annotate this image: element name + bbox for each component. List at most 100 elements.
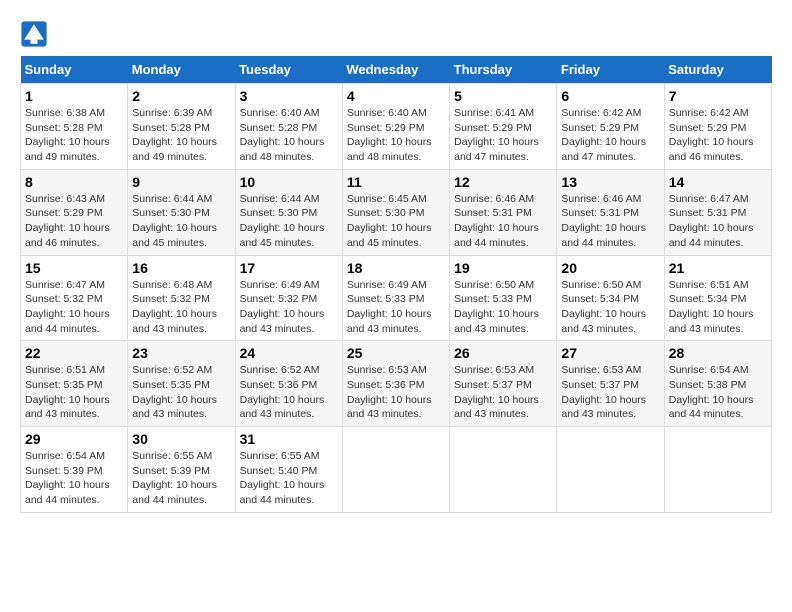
day-number: 6: [561, 88, 659, 104]
day-cell-20: 20 Sunrise: 6:50 AMSunset: 5:34 PMDayligh…: [557, 255, 664, 341]
day-info: Sunrise: 6:53 AMSunset: 5:36 PMDaylight:…: [347, 364, 432, 420]
day-info: Sunrise: 6:55 AMSunset: 5:40 PMDaylight:…: [240, 450, 325, 506]
calendar-table: SundayMondayTuesdayWednesdayThursdayFrid…: [20, 56, 772, 513]
day-cell-24: 24 Sunrise: 6:52 AMSunset: 5:36 PMDayligh…: [235, 341, 342, 427]
day-number: 17: [240, 260, 338, 276]
day-number: 2: [132, 88, 230, 104]
day-number: 5: [454, 88, 552, 104]
day-number: 14: [669, 174, 767, 190]
week-row-4: 22Sunrise: 6:51 AMSunset: 5:35 PMDayligh…: [21, 341, 772, 427]
day-info: Sunrise: 6:54 AMSunset: 5:39 PMDaylight:…: [25, 450, 110, 506]
day-info: Sunrise: 6:49 AMSunset: 5:33 PMDaylight:…: [347, 279, 432, 335]
day-cell-3: 3 Sunrise: 6:40 AMSunset: 5:28 PMDaylight…: [235, 84, 342, 170]
day-number: 12: [454, 174, 552, 190]
day-cell-2: 2 Sunrise: 6:39 AMSunset: 5:28 PMDaylight…: [128, 84, 235, 170]
day-number: 3: [240, 88, 338, 104]
day-cell-6: 6 Sunrise: 6:42 AMSunset: 5:29 PMDaylight…: [557, 84, 664, 170]
day-cell-23: 23 Sunrise: 6:52 AMSunset: 5:35 PMDayligh…: [128, 341, 235, 427]
page-header: [20, 20, 772, 48]
day-cell-9: 9 Sunrise: 6:44 AMSunset: 5:30 PMDaylight…: [128, 169, 235, 255]
day-number: 11: [347, 174, 445, 190]
day-info: Sunrise: 6:47 AMSunset: 5:32 PMDaylight:…: [25, 279, 110, 335]
day-cell-11: 11 Sunrise: 6:45 AMSunset: 5:30 PMDayligh…: [342, 169, 449, 255]
day-cell-15: 15 Sunrise: 6:47 AMSunset: 5:32 PMDayligh…: [21, 255, 128, 341]
header-friday: Friday: [557, 56, 664, 84]
day-info: Sunrise: 6:39 AMSunset: 5:28 PMDaylight:…: [132, 107, 217, 163]
day-info: Sunrise: 6:40 AMSunset: 5:28 PMDaylight:…: [240, 107, 325, 163]
day-number: 18: [347, 260, 445, 276]
day-number: 20: [561, 260, 659, 276]
header-wednesday: Wednesday: [342, 56, 449, 84]
day-cell-8: 8 Sunrise: 6:43 AMSunset: 5:29 PMDaylight…: [21, 169, 128, 255]
week-row-1: 1Sunrise: 6:38 AMSunset: 5:28 PMDaylight…: [21, 84, 772, 170]
day-cell-29: 29Sunrise: 6:54 AMSunset: 5:39 PMDayligh…: [21, 427, 128, 513]
day-cell-21: 21 Sunrise: 6:51 AMSunset: 5:34 PMDayligh…: [664, 255, 771, 341]
day-number: 24: [240, 345, 338, 361]
day-cell-7: 7Sunrise: 6:42 AMSunset: 5:29 PMDaylight…: [664, 84, 771, 170]
calendar-header-row: SundayMondayTuesdayWednesdayThursdayFrid…: [21, 56, 772, 84]
logo: [20, 20, 52, 48]
day-cell-22: 22Sunrise: 6:51 AMSunset: 5:35 PMDayligh…: [21, 341, 128, 427]
day-info: Sunrise: 6:51 AMSunset: 5:34 PMDaylight:…: [669, 279, 754, 335]
day-cell-30: 30Sunrise: 6:55 AMSunset: 5:39 PMDayligh…: [128, 427, 235, 513]
day-cell-31: 31 Sunrise: 6:55 AMSunset: 5:40 PMDayligh…: [235, 427, 342, 513]
empty-cell: [342, 427, 449, 513]
day-number: 10: [240, 174, 338, 190]
calendar-body: 1Sunrise: 6:38 AMSunset: 5:28 PMDaylight…: [21, 84, 772, 513]
day-cell-12: 12 Sunrise: 6:46 AMSunset: 5:31 PMDayligh…: [450, 169, 557, 255]
day-info: Sunrise: 6:50 AMSunset: 5:34 PMDaylight:…: [561, 279, 646, 335]
day-cell-14: 14 Sunrise: 6:47 AMSunset: 5:31 PMDayligh…: [664, 169, 771, 255]
empty-cell: [450, 427, 557, 513]
day-info: Sunrise: 6:46 AMSunset: 5:31 PMDaylight:…: [454, 193, 539, 249]
day-cell-18: 18 Sunrise: 6:49 AMSunset: 5:33 PMDayligh…: [342, 255, 449, 341]
header-monday: Monday: [128, 56, 235, 84]
empty-cell: [664, 427, 771, 513]
day-cell-13: 13Sunrise: 6:46 AMSunset: 5:31 PMDayligh…: [557, 169, 664, 255]
day-cell-28: 28Sunrise: 6:54 AMSunset: 5:38 PMDayligh…: [664, 341, 771, 427]
day-info: Sunrise: 6:44 AMSunset: 5:30 PMDaylight:…: [132, 193, 217, 249]
day-number: 15: [25, 260, 123, 276]
day-number: 30: [132, 431, 230, 447]
day-info: Sunrise: 6:51 AMSunset: 5:35 PMDaylight:…: [25, 364, 110, 420]
day-number: 26: [454, 345, 552, 361]
day-cell-4: 4 Sunrise: 6:40 AMSunset: 5:29 PMDaylight…: [342, 84, 449, 170]
day-number: 28: [669, 345, 767, 361]
day-cell-27: 27 Sunrise: 6:53 AMSunset: 5:37 PMDayligh…: [557, 341, 664, 427]
day-cell-16: 16Sunrise: 6:48 AMSunset: 5:32 PMDayligh…: [128, 255, 235, 341]
day-number: 8: [25, 174, 123, 190]
day-number: 4: [347, 88, 445, 104]
day-cell-19: 19 Sunrise: 6:50 AMSunset: 5:33 PMDayligh…: [450, 255, 557, 341]
day-number: 13: [561, 174, 659, 190]
day-info: Sunrise: 6:41 AMSunset: 5:29 PMDaylight:…: [454, 107, 539, 163]
day-number: 21: [669, 260, 767, 276]
day-cell-1: 1Sunrise: 6:38 AMSunset: 5:28 PMDaylight…: [21, 84, 128, 170]
day-info: Sunrise: 6:52 AMSunset: 5:36 PMDaylight:…: [240, 364, 325, 420]
day-number: 31: [240, 431, 338, 447]
day-info: Sunrise: 6:53 AMSunset: 5:37 PMDaylight:…: [561, 364, 646, 420]
day-info: Sunrise: 6:44 AMSunset: 5:30 PMDaylight:…: [240, 193, 325, 249]
day-info: Sunrise: 6:52 AMSunset: 5:35 PMDaylight:…: [132, 364, 217, 420]
week-row-5: 29Sunrise: 6:54 AMSunset: 5:39 PMDayligh…: [21, 427, 772, 513]
day-number: 16: [132, 260, 230, 276]
header-saturday: Saturday: [664, 56, 771, 84]
day-number: 25: [347, 345, 445, 361]
header-thursday: Thursday: [450, 56, 557, 84]
day-number: 19: [454, 260, 552, 276]
day-number: 9: [132, 174, 230, 190]
day-info: Sunrise: 6:53 AMSunset: 5:37 PMDaylight:…: [454, 364, 539, 420]
day-info: Sunrise: 6:42 AMSunset: 5:29 PMDaylight:…: [561, 107, 646, 163]
day-info: Sunrise: 6:43 AMSunset: 5:29 PMDaylight:…: [25, 193, 110, 249]
day-cell-17: 17Sunrise: 6:49 AMSunset: 5:32 PMDayligh…: [235, 255, 342, 341]
week-row-3: 15 Sunrise: 6:47 AMSunset: 5:32 PMDayligh…: [21, 255, 772, 341]
day-number: 1: [25, 88, 123, 104]
header-sunday: Sunday: [21, 56, 128, 84]
day-number: 23: [132, 345, 230, 361]
day-number: 27: [561, 345, 659, 361]
week-row-2: 8 Sunrise: 6:43 AMSunset: 5:29 PMDaylight…: [21, 169, 772, 255]
logo-icon: [20, 20, 48, 48]
day-info: Sunrise: 6:40 AMSunset: 5:29 PMDaylight:…: [347, 107, 432, 163]
day-info: Sunrise: 6:50 AMSunset: 5:33 PMDaylight:…: [454, 279, 539, 335]
day-number: 7: [669, 88, 767, 104]
day-info: Sunrise: 6:47 AMSunset: 5:31 PMDaylight:…: [669, 193, 754, 249]
day-info: Sunrise: 6:45 AMSunset: 5:30 PMDaylight:…: [347, 193, 432, 249]
